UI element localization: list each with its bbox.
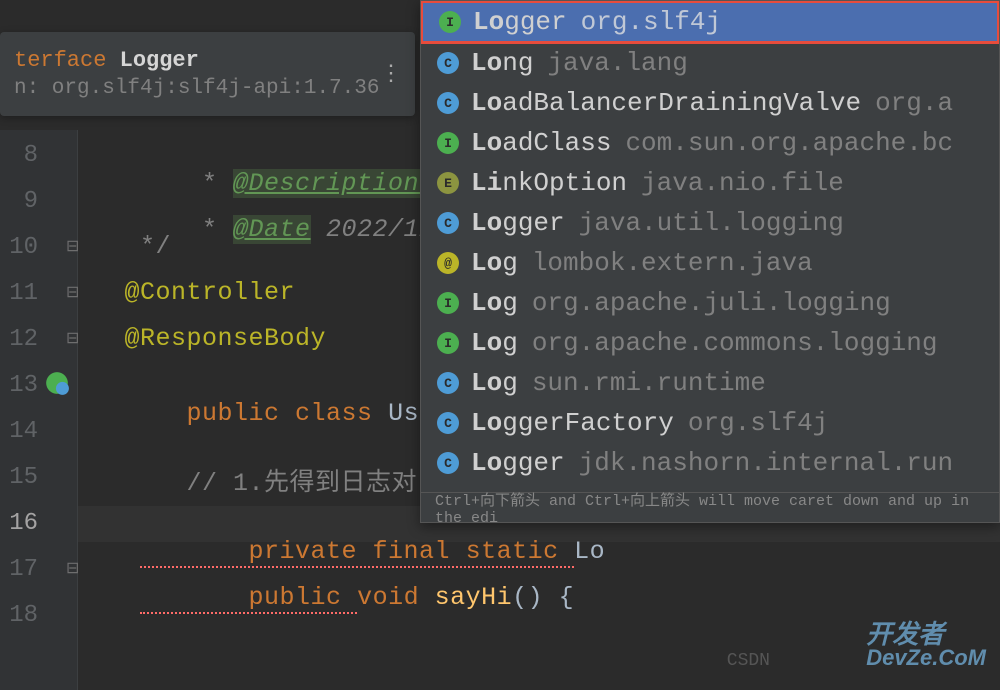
keyword: class (295, 399, 388, 428)
completion-item[interactable]: I Logger org.slf4j (420, 0, 1000, 44)
line-number: 11 (0, 280, 38, 307)
completion-name: Logger (473, 7, 567, 37)
completion-package: sun.rmi.runtime (532, 368, 766, 398)
devze-watermark: 开发者 DevZe.CoM (866, 621, 986, 669)
kind-icon: I (437, 132, 459, 154)
line-number: 14 (0, 418, 38, 445)
completion-package: org.apache.commons.logging (532, 328, 938, 358)
kind-icon: C (437, 412, 459, 434)
line-number: 13 (0, 372, 38, 399)
completion-item[interactable]: C Long java.lang (421, 43, 999, 83)
completion-name: Log (471, 368, 518, 398)
completion-name: LinkOption (471, 168, 627, 198)
completion-name: Log (471, 248, 518, 278)
kind-icon: I (437, 292, 459, 314)
csdn-watermark: CSDN (727, 651, 770, 671)
completion-item[interactable]: @ Log lombok.extern.java (421, 243, 999, 283)
annotation: @Controller (78, 278, 295, 307)
completion-hint: Ctrl+向下箭头 and Ctrl+向上箭头 will move caret … (421, 492, 999, 522)
kind-icon: C (437, 92, 459, 114)
annotation: @ResponseBody (78, 324, 326, 353)
completion-item[interactable]: I LoadClass com.sun.org.apache.bc (421, 123, 999, 163)
completion-name: LoadBalancerDrainingValve (471, 88, 861, 118)
completion-package: org.a (875, 88, 953, 118)
completion-item[interactable]: C Log sun.rmi.runtime (421, 363, 999, 403)
completion-name: Logger (471, 208, 565, 238)
kind-icon: C (437, 452, 459, 474)
kind-icon: I (437, 332, 459, 354)
typed-text: Lo (574, 537, 605, 566)
code-completion-popup[interactable]: I Logger org.slf4j C Long java.lang C LoadBalan… (420, 0, 1000, 523)
kind-icon: C (437, 52, 459, 74)
doc-source: n: org.slf4j:slf4j-api:1.7.36 (14, 77, 401, 100)
completion-package: org.slf4j (688, 408, 828, 438)
controller-icon (44, 370, 70, 396)
completion-item[interactable]: I Log org.apache.commons.logging (421, 323, 999, 363)
line-number: 16 (0, 510, 38, 537)
completion-item[interactable]: C Logger java.util.logging (421, 203, 999, 243)
completion-package: java.nio.file (641, 168, 844, 198)
completion-package: org.apache.juli.logging (532, 288, 891, 318)
line-number: 9 (0, 188, 38, 215)
completion-item[interactable]: C LoadBalancerDrainingValve org.a (421, 83, 999, 123)
completion-item[interactable]: C LoggerFactory org.slf4j (421, 403, 999, 443)
keyword: public (140, 583, 357, 614)
completion-name: Log (471, 328, 518, 358)
completion-package: java.util.logging (579, 208, 844, 238)
javadoc-tag: @Date (233, 215, 311, 244)
line-number: 10 (0, 234, 38, 261)
editor-gutter: 8 9 10 ⊟ 11 ⊟ 12 ⊟ 13 14 15 16 17 ⊟ 18 (0, 130, 78, 690)
keyword: public (140, 399, 295, 428)
code-text: () { (512, 583, 574, 612)
kind-icon: I (439, 11, 461, 33)
kind-icon: C (437, 212, 459, 234)
line-number: 18 (0, 602, 38, 629)
completion-name: Long (471, 48, 533, 78)
completion-name: LoadClass (471, 128, 611, 158)
quick-doc-popup: terface Logger n: org.slf4j:slf4j-api:1.… (0, 32, 415, 116)
completion-item[interactable]: C Logger jdk.nashorn.internal.run (421, 443, 999, 483)
comment: // 1.先得到日志对 (78, 462, 417, 498)
code-text: */ (78, 232, 171, 261)
completion-name: Log (471, 288, 518, 318)
line-number: 17 (0, 556, 38, 583)
completion-package: lombok.extern.java (532, 248, 813, 278)
line-number: 8 (0, 142, 38, 169)
more-icon[interactable]: ⋮ (380, 61, 403, 87)
kind-icon: E (437, 172, 459, 194)
line-number: 15 (0, 464, 38, 491)
doc-keyword: terface (14, 48, 106, 73)
line-number: 12 (0, 326, 38, 353)
completion-name: Logger (471, 448, 565, 478)
completion-package: java.lang (547, 48, 687, 78)
doc-type-name: Logger (120, 48, 199, 73)
completion-package: com.sun.org.apache.bc (625, 128, 953, 158)
keyword: void (357, 583, 435, 612)
completion-name: LoggerFactory (471, 408, 674, 438)
completion-item[interactable]: E LinkOption java.nio.file (421, 163, 999, 203)
kind-icon: C (437, 372, 459, 394)
completion-package: jdk.nashorn.internal.run (579, 448, 953, 478)
method-name: sayHi (435, 583, 513, 612)
watermark-line: DevZe.CoM (866, 647, 986, 669)
completion-item[interactable]: I Log org.apache.juli.logging (421, 283, 999, 323)
watermark-line: 开发者 (866, 621, 986, 647)
kind-icon: @ (437, 252, 459, 274)
completion-package: org.slf4j (581, 7, 721, 37)
